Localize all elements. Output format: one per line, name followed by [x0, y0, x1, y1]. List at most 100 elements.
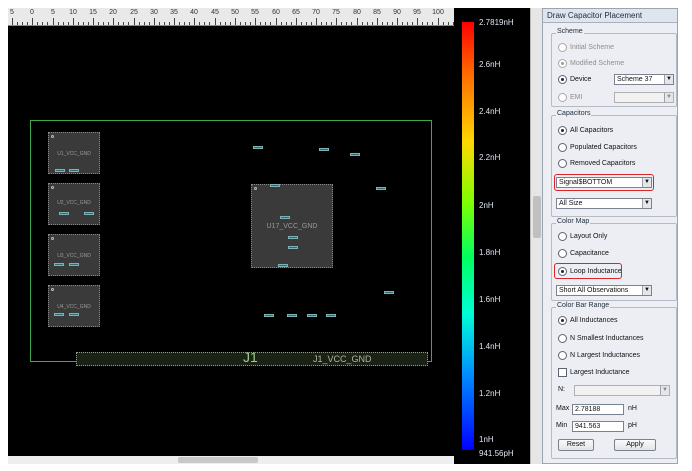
ruler-tick [301, 22, 303, 25]
chip-u17[interactable]: U17_VCC_GND [251, 184, 333, 268]
radio-device[interactable]: Device [558, 73, 591, 85]
chip-u2[interactable]: U2_VCC_GND [48, 183, 100, 225]
capacitor-pad[interactable] [55, 169, 65, 172]
ruler-tick [98, 22, 100, 25]
radio-modified-scheme[interactable]: Modified Scheme [558, 57, 624, 69]
chip-label: U4_VCC_GND [57, 304, 91, 310]
capacitor-pad[interactable] [384, 291, 394, 294]
ruler-tick [68, 22, 70, 25]
ruler-tick [17, 22, 19, 25]
capacitor-pad[interactable] [280, 216, 290, 219]
capacitor-pad[interactable] [278, 264, 288, 267]
radio-capacitance[interactable]: Capacitance [558, 247, 609, 259]
capacitor-pad[interactable] [264, 314, 274, 317]
ruler-tick [397, 18, 398, 25]
capacitor-pad[interactable] [287, 314, 297, 317]
ruler-tick [230, 22, 232, 25]
radio-label: Device [570, 75, 592, 83]
radio-initial-scheme[interactable]: Initial Scheme [558, 41, 614, 53]
radio-label: Populated Capacitors [570, 143, 637, 151]
capacitor-pad[interactable] [69, 313, 79, 316]
highlight-box [554, 263, 622, 279]
radio-icon [558, 92, 567, 102]
capacitor-pad[interactable] [54, 313, 64, 316]
capacitor-pad[interactable] [288, 236, 298, 239]
device-scheme-select[interactable]: Scheme 37 ▼ [614, 74, 674, 85]
ruler-tick [336, 18, 337, 25]
radio-emi[interactable]: EMI [558, 91, 582, 103]
n-select[interactable]: ▼ [574, 385, 670, 396]
ruler-label: 50 [231, 9, 239, 16]
observation-select[interactable]: Short All Observations ▼ [556, 285, 652, 296]
radio-label: EMI [570, 93, 583, 101]
chevron-down-icon: ▼ [664, 93, 673, 102]
ruler-label: 70 [312, 9, 320, 16]
color-bar-label: 2.4nH [479, 107, 501, 116]
radio-n-smallest[interactable]: N Smallest Inductances [558, 332, 644, 344]
ruler-tick [265, 22, 267, 25]
scrollbar-thumb[interactable] [178, 457, 258, 463]
radio-populated-capacitors[interactable]: Populated Capacitors [558, 141, 637, 153]
capacitor-pad[interactable] [54, 263, 64, 266]
ruler-tick [362, 22, 364, 25]
ruler-tick [387, 22, 389, 25]
ruler-label: 100 [432, 9, 444, 16]
connector-j1[interactable]: J1 J1_VCC_GND [76, 349, 428, 366]
ruler-tick [225, 22, 227, 25]
chip-u4[interactable]: U4_VCC_GND [48, 285, 100, 327]
ruler-tick [123, 22, 125, 25]
capacitor-pad[interactable] [326, 314, 336, 317]
capacitor-pad[interactable] [59, 212, 69, 215]
checkbox-largest-inductance[interactable]: Largest Inductance [558, 366, 630, 378]
ruler-tick [27, 22, 29, 25]
ruler-tick [306, 22, 308, 25]
capacitor-pad[interactable] [307, 314, 317, 317]
chip-u1[interactable]: U1_VCC_GND [48, 132, 100, 174]
radio-all-capacitors[interactable]: All Capacitors [558, 124, 613, 136]
apply-button[interactable]: Apply [614, 439, 656, 451]
select-value: Short All Observations [559, 287, 629, 294]
color-bar-label: 2.7819nH [479, 18, 514, 27]
capacitor-pad[interactable] [376, 187, 386, 190]
ruler-tick [179, 22, 181, 25]
emi-select[interactable]: ▼ [614, 92, 674, 103]
vertical-scrollbar[interactable] [530, 8, 542, 464]
layout-canvas[interactable]: U1_VCC_GND U2_VCC_GND U3_VCC_GND U4_VCC_… [8, 26, 454, 456]
ruler-label: 45 [211, 9, 219, 16]
ruler-label: 95 [413, 9, 421, 16]
reset-button[interactable]: Reset [558, 439, 594, 451]
connector-net-label: J1_VCC_GND [313, 354, 372, 364]
chip-u3[interactable]: U3_VCC_GND [48, 234, 100, 276]
radio-removed-capacitors[interactable]: Removed Capacitors [558, 157, 635, 169]
ruler-tick [281, 22, 283, 25]
color-bar-label: 1.6nH [479, 295, 501, 304]
ruler-tick [134, 18, 135, 25]
capacitor-pad[interactable] [270, 184, 280, 187]
min-input[interactable]: 941.563 [572, 421, 624, 432]
radio-layout-only[interactable]: Layout Only [558, 230, 607, 242]
ruler-tick [220, 22, 222, 25]
group-title: Color Map [556, 218, 591, 225]
radio-icon [558, 248, 567, 258]
color-gradient [462, 22, 474, 450]
ruler-tick [346, 22, 348, 25]
capacitor-pad[interactable] [253, 146, 263, 149]
radio-icon [558, 333, 567, 343]
radio-all-inductances[interactable]: All Inductances [558, 314, 617, 326]
size-select[interactable]: All Size ▼ [556, 198, 652, 209]
scrollbar-thumb[interactable] [533, 196, 541, 238]
color-bar-label: 2nH [479, 201, 494, 210]
capacitor-pad[interactable] [69, 263, 79, 266]
radio-icon [558, 350, 567, 360]
chevron-down-icon: ▼ [660, 386, 669, 395]
capacitor-pad[interactable] [350, 153, 360, 156]
radio-n-largest[interactable]: N Largest Inductances [558, 349, 640, 361]
capacitor-pad[interactable] [69, 169, 79, 172]
max-input[interactable]: 2.78188 [572, 404, 624, 415]
capacitor-pad[interactable] [288, 246, 298, 249]
capacitor-pad[interactable] [84, 212, 94, 215]
radio-label: All Capacitors [570, 126, 614, 134]
horizontal-scrollbar[interactable] [8, 456, 454, 464]
ruler-label: 10 [69, 9, 77, 16]
capacitor-pad[interactable] [319, 148, 329, 151]
